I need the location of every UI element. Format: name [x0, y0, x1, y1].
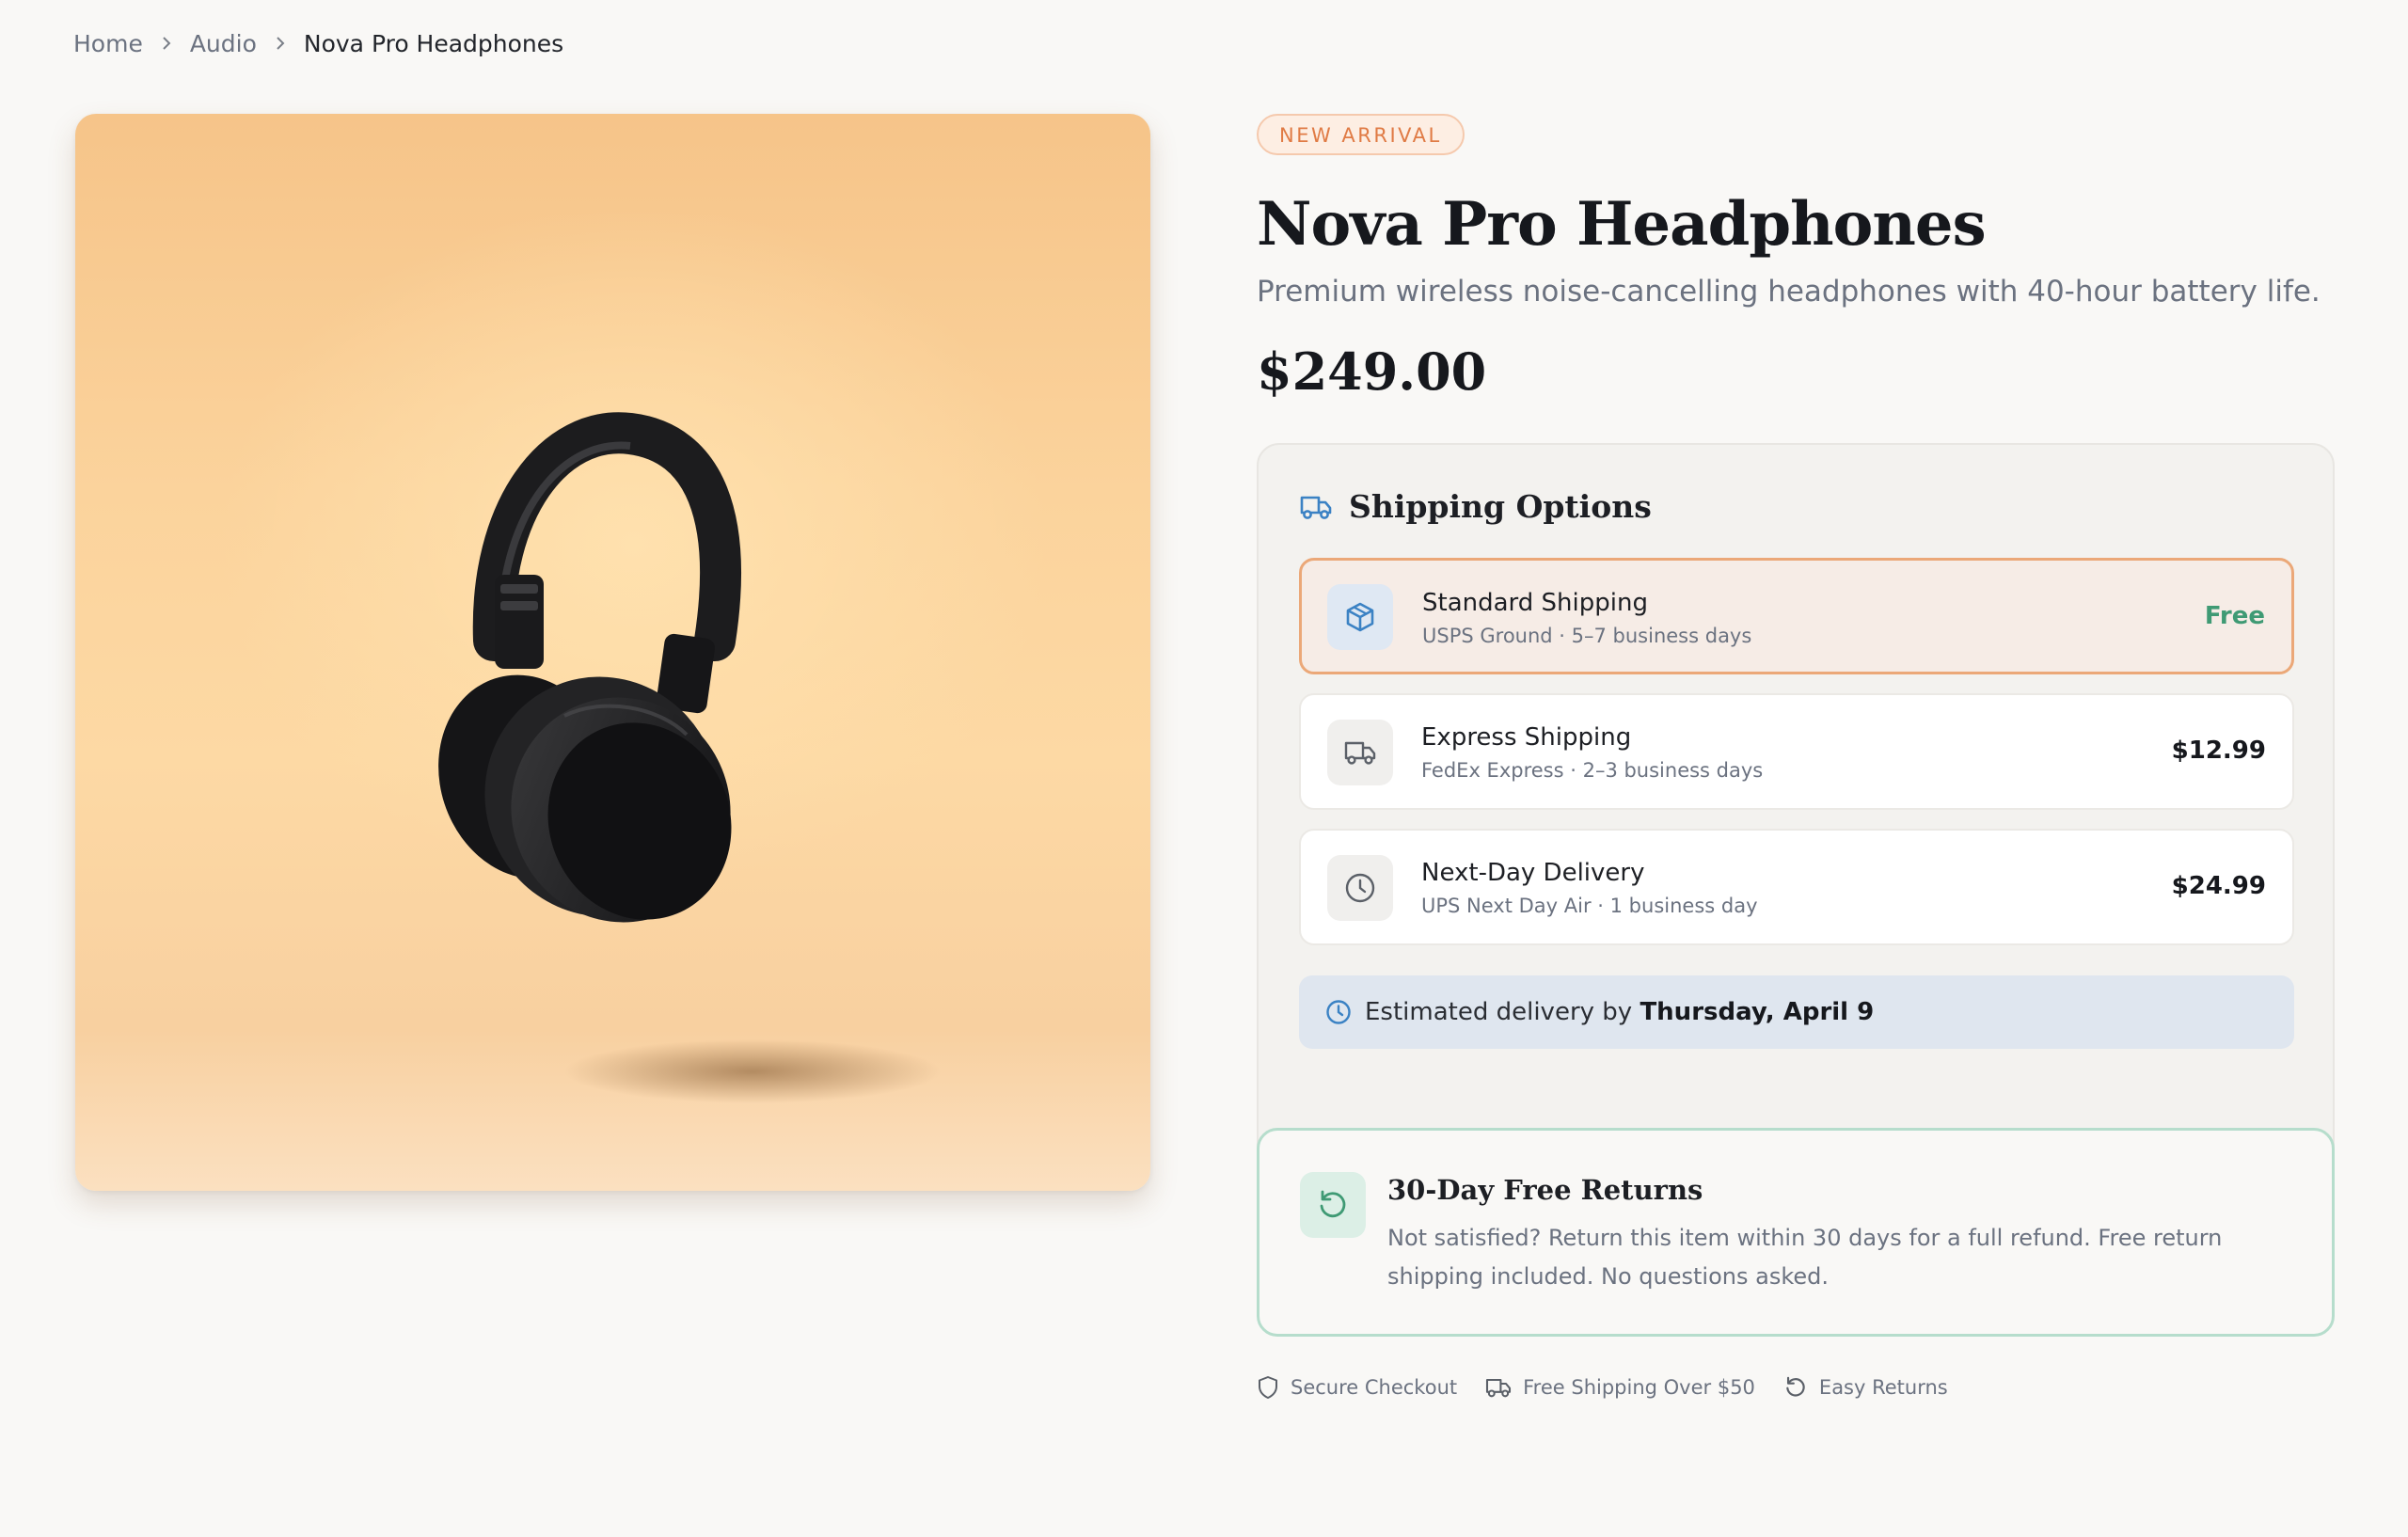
- returns-title: 30-Day Free Returns: [1387, 1174, 1703, 1206]
- truck-icon: [1300, 496, 1332, 519]
- trust-label: Free Shipping Over $50: [1523, 1376, 1755, 1399]
- breadcrumb-audio[interactable]: Audio: [190, 30, 257, 57]
- trust-free-shipping: Free Shipping Over $50: [1485, 1376, 1755, 1399]
- product-image[interactable]: [75, 114, 1150, 1191]
- option-cost: $24.99: [2171, 872, 2266, 900]
- product-price: $249.00: [1257, 341, 1487, 402]
- headphones-product-photo: [438, 412, 941, 1103]
- chevron-right-icon: [277, 37, 285, 50]
- clock-icon: [1327, 855, 1393, 921]
- shipping-header: Shipping Options: [1300, 488, 1652, 525]
- returns-card: 30-Day Free Returns Not satisfied? Retur…: [1257, 1128, 2335, 1337]
- package-icon: [1327, 584, 1393, 650]
- return-arrow-icon: [1786, 1376, 1805, 1397]
- trust-badges: Secure Checkout Free Shipping Over $50 E…: [1257, 1375, 1948, 1400]
- trust-secure-checkout: Secure Checkout: [1257, 1375, 1457, 1400]
- shipping-option-standard[interactable]: Standard Shipping USPS Ground · 5–7 busi…: [1299, 558, 2294, 674]
- breadcrumb-home[interactable]: Home: [73, 30, 143, 57]
- shield-icon: [1259, 1376, 1277, 1399]
- truck-icon: [1486, 1378, 1512, 1398]
- option-cost: $12.99: [2171, 737, 2266, 765]
- option-name: Standard Shipping: [1422, 589, 1648, 617]
- truck-icon: [1327, 720, 1393, 785]
- option-meta: FedEx Express · 2–3 business days: [1421, 759, 1764, 782]
- product-subtitle: Premium wireless noise-cancelling headph…: [1257, 275, 2321, 309]
- return-arrow-icon: [1300, 1172, 1366, 1238]
- trust-label: Easy Returns: [1818, 1376, 1948, 1399]
- option-cost: Free: [2204, 602, 2265, 630]
- shipping-option-next-day[interactable]: Next-Day Delivery UPS Next Day Air · 1 b…: [1299, 829, 2294, 945]
- product-title: Nova Pro Headphones: [1257, 189, 1987, 260]
- estimate-date: Thursday, April 9: [1640, 998, 1875, 1026]
- shipping-options-card: Shipping Options Standard Shipping USPS …: [1257, 443, 2335, 1203]
- shipping-heading: Shipping Options: [1349, 488, 1652, 525]
- clock-icon: [1326, 1000, 1351, 1024]
- estimated-delivery: Estimated delivery by Thursday, April 9: [1299, 975, 2294, 1049]
- estimate-prefix: Estimated delivery by: [1365, 998, 1633, 1026]
- option-meta: USPS Ground · 5–7 business days: [1422, 625, 1752, 647]
- breadcrumb: Home Audio Nova Pro Headphones: [73, 26, 563, 60]
- option-name: Express Shipping: [1421, 723, 1632, 752]
- product-details: NEW ARRIVAL Nova Pro Headphones Premium …: [1257, 114, 2335, 1399]
- returns-description: Not satisfied? Return this item within 3…: [1387, 1225, 2223, 1290]
- new-arrival-badge: NEW ARRIVAL: [1257, 114, 1465, 155]
- option-meta: UPS Next Day Air · 1 business day: [1421, 895, 1758, 917]
- trust-label: Secure Checkout: [1291, 1376, 1458, 1399]
- shipping-option-express[interactable]: Express Shipping FedEx Express · 2–3 bus…: [1299, 693, 2294, 810]
- breadcrumb-current: Nova Pro Headphones: [303, 29, 564, 57]
- chevron-right-icon: [163, 37, 171, 50]
- option-name: Next-Day Delivery: [1421, 859, 1645, 887]
- trust-easy-returns: Easy Returns: [1783, 1375, 1948, 1400]
